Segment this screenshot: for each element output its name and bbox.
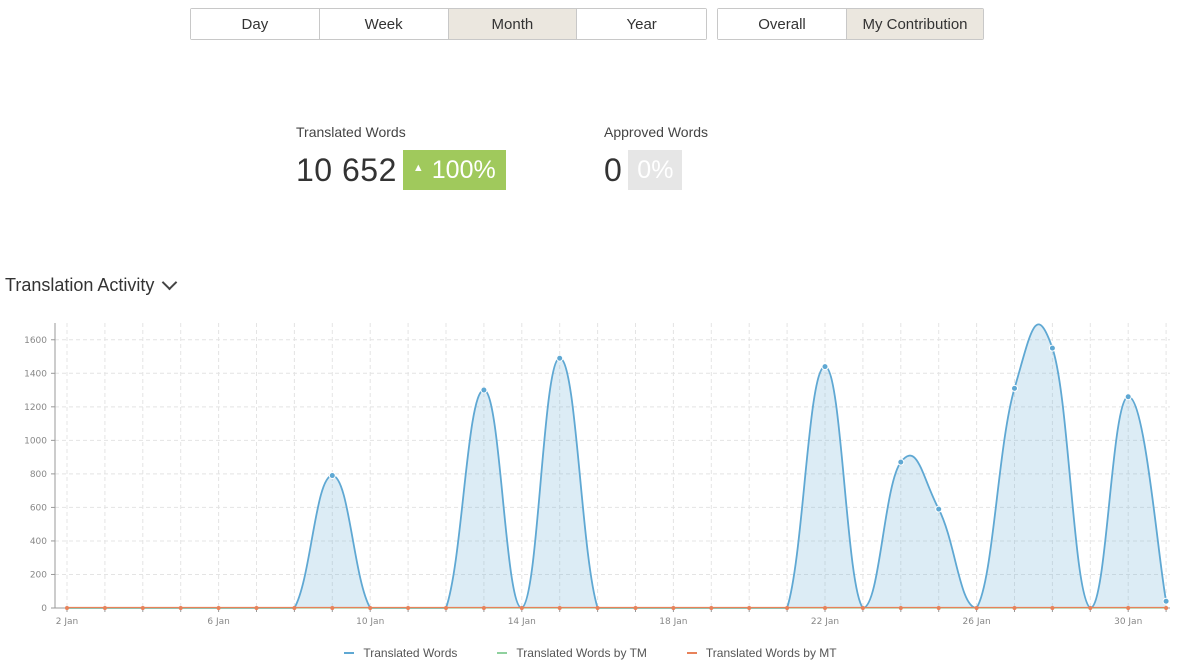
series-mt-point xyxy=(216,606,221,610)
series-mt-point xyxy=(65,606,69,610)
legend-swatch-translated xyxy=(344,652,355,654)
series-mt-point xyxy=(444,606,448,610)
series-mt-point xyxy=(1050,606,1055,610)
chevron-down-icon xyxy=(162,274,178,291)
series-mt-point xyxy=(140,606,145,610)
y-tick-label: 1200 xyxy=(24,403,47,413)
tab-month[interactable]: Month xyxy=(448,9,578,39)
series-mt-point xyxy=(1164,606,1169,610)
y-tick-label: 400 xyxy=(30,537,47,547)
approved-words-change-badge: 0% xyxy=(628,150,683,190)
series-mt-point xyxy=(519,606,524,610)
series-mt-point xyxy=(1126,606,1131,610)
series-mt-point xyxy=(254,606,259,610)
series-mt-point xyxy=(633,606,638,610)
series-mt-point xyxy=(557,606,562,610)
x-tick-label: 30 Jan xyxy=(1114,617,1142,627)
series-mt-point xyxy=(785,606,790,610)
series-mt-point xyxy=(330,606,335,610)
series-mt-point xyxy=(595,606,600,610)
legend-swatch-mt xyxy=(686,652,697,654)
series-mt-point xyxy=(406,606,411,610)
translated-words-change-badge: ▲ 100% xyxy=(402,150,506,190)
y-tick-label: 1600 xyxy=(24,336,47,346)
series-mt-point xyxy=(292,606,297,610)
series-translated-point xyxy=(935,505,943,513)
chart-legend: Translated Words Translated Words by TM … xyxy=(0,646,1181,660)
x-tick-label: 2 Jan xyxy=(56,617,78,627)
y-tick-label: 0 xyxy=(41,604,47,614)
series-mt-point xyxy=(860,606,865,610)
translated-words-value: 10 652 xyxy=(296,152,397,188)
tab-year[interactable]: Year xyxy=(577,9,706,39)
series-translated-point xyxy=(821,363,829,371)
tab-day[interactable]: Day xyxy=(191,9,320,39)
x-tick-label: 10 Jan xyxy=(356,617,384,627)
approved-words-stat: Approved Words 0 0% xyxy=(604,124,708,190)
legend-label-tm: Translated Words by TM xyxy=(516,646,647,660)
legend-item-translated[interactable]: Translated Words xyxy=(344,646,457,660)
series-mt-point xyxy=(709,606,714,610)
legend-label-mt: Translated Words by MT xyxy=(705,646,837,660)
tab-my-contribution[interactable]: My Contribution xyxy=(847,9,983,39)
y-tick-label: 600 xyxy=(30,503,47,513)
series-mt-point xyxy=(898,606,903,610)
series-mt-point xyxy=(823,606,827,610)
approved-words-change: 0% xyxy=(637,155,674,184)
x-tick-label: 6 Jan xyxy=(207,617,229,627)
scope-selector: Overall My Contribution xyxy=(717,8,984,40)
translation-activity-chart: 0 200 400 600 800 1000 1200 1400 1600 2 Jan 6 Jan 1… xyxy=(24,323,1170,627)
series-mt-point xyxy=(1088,606,1093,610)
series-mt-point xyxy=(481,606,486,610)
triangle-up-icon: ▲ xyxy=(412,162,424,174)
series-mt-point xyxy=(178,606,183,610)
series-translated-point xyxy=(1011,384,1018,392)
tab-overall[interactable]: Overall xyxy=(718,9,847,39)
series-mt-point xyxy=(747,606,752,610)
translated-words-label: Translated Words xyxy=(296,124,406,140)
series-translated-point xyxy=(1124,393,1132,401)
x-tick-label: 26 Jan xyxy=(963,617,991,627)
series-mt-point xyxy=(1012,606,1017,610)
series-mt-point xyxy=(936,606,941,610)
legend-item-mt[interactable]: Translated Words by MT xyxy=(686,646,837,660)
series-translated-point xyxy=(328,472,336,480)
translated-words-change: 100% xyxy=(431,155,496,184)
series-mt-point xyxy=(974,606,979,610)
x-tick-label: 22 Jan xyxy=(811,617,839,627)
legend-label-translated: Translated Words xyxy=(363,646,458,660)
y-tick-label: 1400 xyxy=(24,369,47,379)
tab-week[interactable]: Week xyxy=(319,9,449,39)
y-tick-label: 200 xyxy=(30,570,47,580)
y-tick-label: 1000 xyxy=(24,436,47,446)
translation-activity-toggle[interactable]: Translation Activity xyxy=(5,274,178,296)
legend-item-tm[interactable]: Translated Words by TM xyxy=(497,646,647,660)
translated-words-stat: Translated Words 10 652 ▲ 100% xyxy=(296,124,506,190)
series-translated-point xyxy=(556,354,564,362)
x-tick-label: 14 Jan xyxy=(508,617,536,627)
series-translated-point xyxy=(1048,344,1056,352)
section-title: Translation Activity xyxy=(5,275,155,295)
series-mt-point xyxy=(102,606,107,610)
approved-words-value: 0 xyxy=(604,152,623,188)
series-translated-point xyxy=(897,458,905,466)
series-translated-point xyxy=(1162,597,1170,605)
legend-swatch-tm xyxy=(497,652,508,654)
period-selector: Day Week Month Year xyxy=(190,8,707,40)
series-mt-point xyxy=(368,606,373,610)
x-tick-label: 18 Jan xyxy=(659,617,687,627)
series-translated-point xyxy=(480,386,488,394)
approved-words-label: Approved Words xyxy=(604,124,709,140)
series-mt-point xyxy=(671,606,676,610)
y-tick-label: 800 xyxy=(30,470,47,480)
